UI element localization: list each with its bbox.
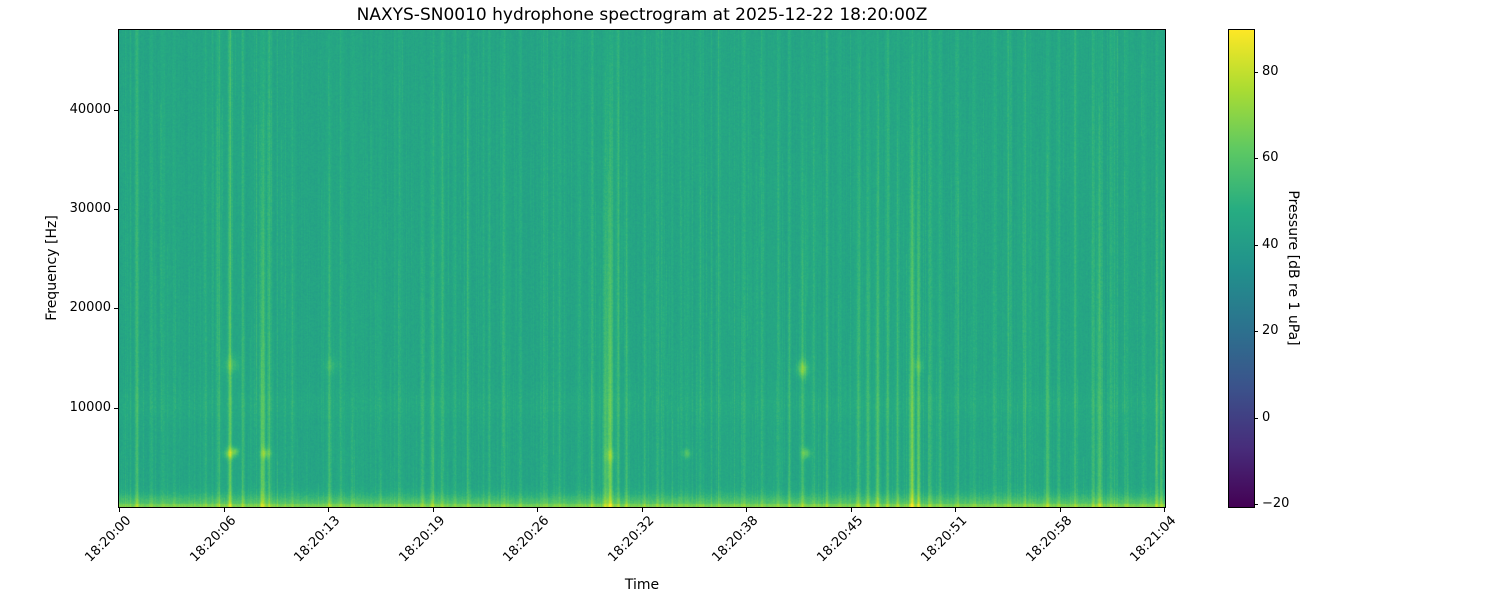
x-axis-label: Time xyxy=(624,577,660,593)
y-tick-label: 40000 xyxy=(69,102,111,117)
y-tick-label: 10000 xyxy=(69,400,111,415)
colorbar-tick-mark xyxy=(1254,331,1258,332)
x-tick-mark xyxy=(955,508,956,512)
x-tick-label: 18:20:00 xyxy=(82,513,134,566)
colorbar-tick-mark xyxy=(1254,158,1258,159)
x-tick-label: 18:20:06 xyxy=(187,513,239,566)
x-tick-mark xyxy=(224,508,225,512)
y-axis-label: Frequency [Hz] xyxy=(44,215,60,321)
x-tick-mark xyxy=(642,508,643,512)
x-tick-mark xyxy=(328,508,329,512)
colorbar-tick-mark xyxy=(1254,504,1258,505)
y-tick-mark xyxy=(114,110,118,111)
y-tick-mark xyxy=(114,308,118,309)
colorbar-tick-mark xyxy=(1254,418,1258,419)
x-tick-label: 18:20:51 xyxy=(918,513,970,566)
colorbar-tick-label: 40 xyxy=(1262,237,1279,252)
x-tick-mark xyxy=(537,508,538,512)
x-tick-mark xyxy=(851,508,852,512)
x-tick-label: 18:20:19 xyxy=(396,513,448,566)
spectrogram-figure: NAXYS-SN0010 hydrophone spectrogram at 2… xyxy=(0,0,1500,600)
spectrogram-canvas xyxy=(119,30,1165,507)
x-tick-label: 18:20:45 xyxy=(814,513,866,566)
y-tick-mark xyxy=(114,209,118,210)
chart-title: NAXYS-SN0010 hydrophone spectrogram at 2… xyxy=(356,5,928,25)
y-tick-label: 20000 xyxy=(69,300,111,315)
colorbar-tick-label: 80 xyxy=(1262,64,1279,79)
colorbar-tick-label: 60 xyxy=(1262,150,1279,165)
colorbar-tick-label: 0 xyxy=(1262,410,1271,425)
colorbar-tick-mark xyxy=(1254,72,1258,73)
colorbar-label: Pressure [dB re 1 uPa] xyxy=(1285,190,1301,346)
x-tick-label: 18:20:32 xyxy=(605,513,657,566)
y-tick-label: 30000 xyxy=(69,201,111,216)
colorbar xyxy=(1228,29,1255,508)
x-tick-mark xyxy=(119,508,120,512)
x-tick-label: 18:21:04 xyxy=(1127,513,1179,566)
x-tick-mark xyxy=(433,508,434,512)
x-tick-mark xyxy=(1060,508,1061,512)
x-tick-label: 18:20:58 xyxy=(1023,513,1075,566)
colorbar-tick-label: −20 xyxy=(1262,496,1290,511)
x-tick-mark xyxy=(746,508,747,512)
x-tick-label: 18:20:38 xyxy=(709,513,761,566)
plot-area xyxy=(118,29,1166,508)
colorbar-tick-label: 20 xyxy=(1262,323,1279,338)
x-tick-mark xyxy=(1164,508,1165,512)
x-tick-label: 18:20:26 xyxy=(500,513,552,566)
colorbar-tick-mark xyxy=(1254,245,1258,246)
y-tick-mark xyxy=(114,408,118,409)
x-tick-label: 18:20:13 xyxy=(291,513,343,566)
